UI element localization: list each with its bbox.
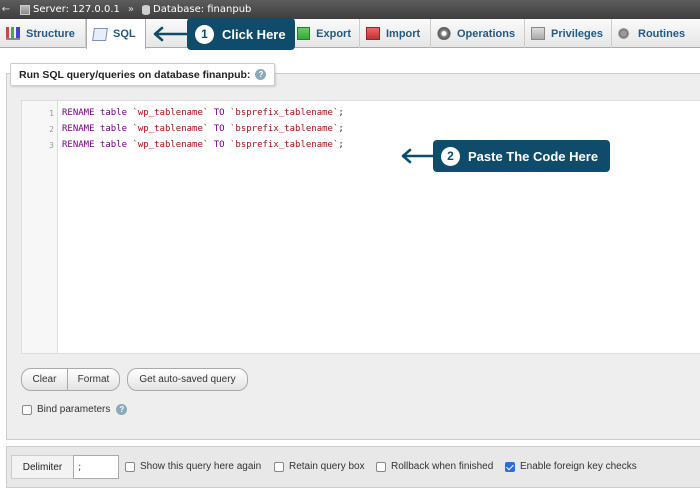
help-icon[interactable]: ? — [116, 404, 128, 415]
help-icon[interactable]: ? — [255, 69, 267, 80]
breadcrumb: ← Server: 127.0.0.1 » Database: finanpub — [0, 0, 700, 19]
callout-text: Click Here — [222, 26, 286, 42]
import-icon — [366, 27, 380, 40]
legend-text: Run SQL query/queries on database finanp… — [19, 68, 251, 81]
identifier: `bsprefix_tablename` — [230, 140, 339, 150]
identifier: `wp_tablename` — [132, 124, 209, 134]
keyword: table — [99, 124, 128, 134]
tab-label: Privileges — [551, 27, 603, 40]
sql-editor[interactable]: 1 RENAME table `wp_tablename` TO `bspref… — [21, 100, 700, 354]
terminator: ; — [338, 124, 344, 134]
tab-privileges[interactable]: Privileges — [525, 19, 612, 48]
line-number: 1 — [49, 108, 54, 118]
keyword: TO — [213, 108, 225, 118]
tab-label: Structure — [26, 27, 75, 40]
terminator: ; — [338, 140, 344, 150]
foreign-key-checks-option[interactable]: Enable foreign key checks — [505, 461, 637, 472]
rollback-option[interactable]: Rollback when finished — [376, 461, 493, 472]
checkbox[interactable] — [274, 461, 284, 472]
line-number: 2 — [49, 124, 54, 134]
back-arrow-icon[interactable]: ← — [0, 4, 12, 15]
callout-click-here: 1 Click Here — [187, 18, 295, 50]
arrow-left-icon — [401, 148, 436, 164]
option-label: Show this query here again — [140, 461, 262, 472]
tab-operations[interactable]: Operations — [431, 19, 525, 48]
tab-routines[interactable]: Routines — [612, 19, 700, 48]
operations-icon — [437, 27, 451, 40]
bind-parameters-checkbox[interactable] — [22, 404, 32, 415]
keyword: table — [99, 140, 128, 150]
format-button[interactable]: Format — [67, 368, 120, 391]
identifier: `bsprefix_tablename` — [230, 124, 339, 134]
structure-icon — [6, 27, 20, 40]
code-line: 1 RENAME table `wp_tablename` TO `bspref… — [22, 105, 344, 121]
breadcrumb-separator: » — [127, 4, 134, 15]
option-label: Enable foreign key checks — [520, 461, 637, 472]
keyword: TO — [213, 140, 225, 150]
arrow-left-icon — [153, 26, 188, 42]
delimiter-input[interactable]: ; — [73, 455, 119, 479]
database-icon — [142, 4, 150, 15]
callout-text: Paste The Code Here — [468, 148, 599, 164]
checkbox[interactable] — [125, 461, 135, 472]
line-number: 3 — [49, 140, 54, 150]
keyword: RENAME — [62, 124, 95, 134]
tab-label: Export — [316, 27, 351, 40]
callout-paste-code: 2 Paste The Code Here — [433, 140, 610, 172]
checkbox-checked[interactable] — [505, 461, 515, 472]
delimiter-label: Delimiter — [11, 455, 74, 479]
tab-import[interactable]: Import — [360, 19, 431, 48]
keyword: TO — [213, 124, 225, 134]
breadcrumb-server[interactable]: Server: 127.0.0.1 — [33, 4, 120, 15]
sql-icon — [92, 27, 108, 41]
option-label: Rollback when finished — [391, 461, 494, 472]
get-auto-saved-query-button[interactable]: Get auto-saved query — [127, 368, 248, 391]
server-icon — [20, 4, 30, 15]
routines-icon — [618, 27, 632, 40]
terminator: ; — [338, 108, 344, 118]
code-line: 2 RENAME table `wp_tablename` TO `bspref… — [22, 121, 344, 137]
callout-number: 1 — [195, 24, 214, 44]
panel-legend: Run SQL query/queries on database finanp… — [10, 63, 276, 86]
show-query-again-option[interactable]: Show this query here again — [125, 461, 261, 472]
identifier: `wp_tablename` — [132, 140, 209, 150]
option-label: Retain query box — [289, 461, 365, 472]
privileges-icon — [531, 27, 545, 40]
tab-sql[interactable]: SQL — [86, 19, 146, 49]
keyword: table — [99, 108, 128, 118]
checkbox[interactable] — [376, 461, 386, 472]
retain-query-box-option[interactable]: Retain query box — [274, 461, 365, 472]
callout-number: 2 — [441, 146, 460, 166]
tab-export[interactable]: Export — [291, 19, 360, 48]
keyword: RENAME — [62, 108, 95, 118]
identifier: `wp_tablename` — [132, 108, 209, 118]
keyword: RENAME — [62, 140, 95, 150]
breadcrumb-database[interactable]: Database: finanpub — [153, 4, 251, 15]
clear-button[interactable]: Clear — [21, 368, 68, 391]
tab-label: SQL — [113, 28, 136, 40]
bind-parameters-option[interactable]: Bind parameters ? — [22, 404, 128, 415]
tab-label: Operations — [457, 27, 516, 40]
code-line: 3 RENAME table `wp_tablename` TO `bspref… — [22, 137, 344, 153]
tab-label: Import — [386, 27, 421, 40]
export-icon — [297, 27, 311, 40]
identifier: `bsprefix_tablename` — [230, 108, 339, 118]
bind-parameters-label: Bind parameters — [37, 404, 111, 415]
tab-label: Routines — [638, 27, 686, 40]
tab-structure[interactable]: Structure — [0, 19, 86, 48]
tab-bar: Structure SQL Export Import Operations P… — [0, 19, 700, 49]
